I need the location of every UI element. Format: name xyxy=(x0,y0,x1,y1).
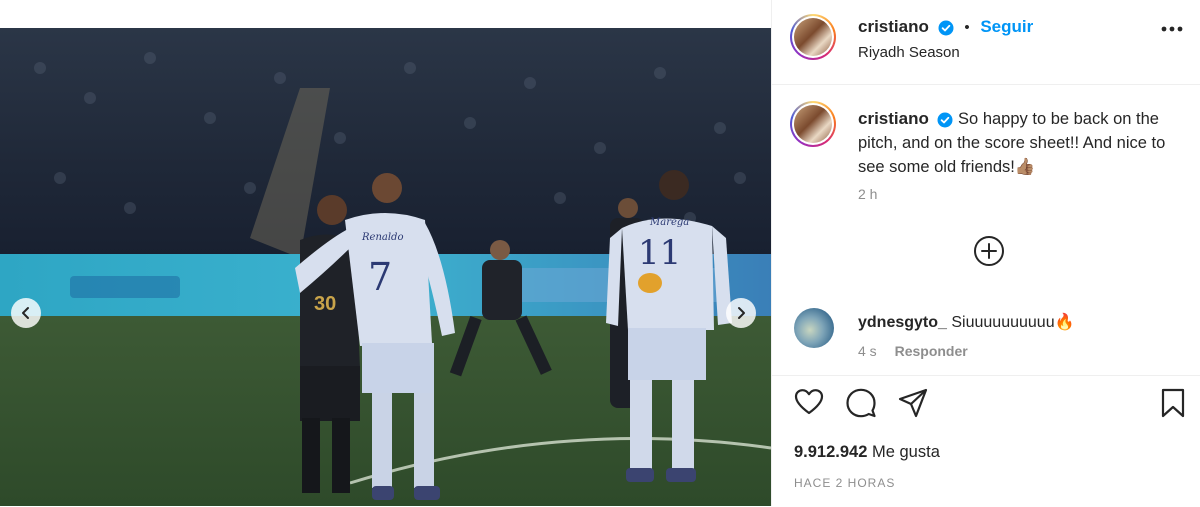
stadium-scene: 30 Renaldo 7 Marega 11 xyxy=(0,28,771,506)
caption-username[interactable]: cristiano xyxy=(858,109,929,128)
post-side-panel: cristiano • Seguir Riyadh Season cristia… xyxy=(771,0,1200,506)
commenter-username[interactable]: ydnesgyto_ xyxy=(858,314,947,331)
caption-time: 2 h xyxy=(858,186,878,202)
commenter-avatar[interactable] xyxy=(794,308,834,348)
svg-text:30: 30 xyxy=(314,293,336,315)
likes-label: Me gusta xyxy=(872,443,940,461)
likes-count[interactable]: 9.912.942 Me gusta xyxy=(794,443,940,462)
comments-section: cristiano So happy to be back on the pit… xyxy=(772,85,1200,375)
photo-top-margin xyxy=(0,0,771,28)
comment-row: ydnesgyto_ Siuuuuuuuuuu🔥 xyxy=(858,312,1075,332)
previous-photo-button[interactable] xyxy=(11,298,41,328)
heart-icon[interactable] xyxy=(794,388,824,416)
svg-text:Marega: Marega xyxy=(649,217,689,228)
comment-text: Siuuuuuuuuuu🔥 xyxy=(951,314,1075,331)
post-actions: 9.912.942 Me gusta HACE 2 HORAS xyxy=(772,375,1200,507)
svg-text:7: 7 xyxy=(368,255,392,299)
verified-badge-icon xyxy=(937,112,953,128)
comment-time: 4 s xyxy=(858,343,877,359)
chevron-right-icon xyxy=(738,307,745,319)
post-caption: cristiano So happy to be back on the pit… xyxy=(858,107,1178,179)
likes-number: 9.912.942 xyxy=(794,443,868,461)
author-avatar[interactable] xyxy=(790,14,836,60)
chevron-left-icon xyxy=(22,307,29,319)
verified-badge-icon xyxy=(938,20,954,36)
post-location[interactable]: Riyadh Season xyxy=(858,44,960,61)
author-line: cristiano • Seguir xyxy=(858,17,1033,37)
more-options-icon[interactable] xyxy=(1161,26,1183,32)
bookmark-icon[interactable] xyxy=(1160,388,1186,418)
svg-text:Renaldo: Renaldo xyxy=(361,232,403,243)
follow-button[interactable]: Seguir xyxy=(980,17,1033,36)
separator-dot: • xyxy=(964,19,970,36)
caption-avatar[interactable] xyxy=(790,101,836,147)
author-username[interactable]: cristiano xyxy=(858,17,929,36)
next-photo-button[interactable] xyxy=(726,298,756,328)
svg-text:11: 11 xyxy=(638,233,681,273)
comment-meta: 4 s Responder xyxy=(858,343,968,359)
reply-button[interactable]: Responder xyxy=(895,343,968,359)
comment-icon[interactable] xyxy=(846,388,876,418)
add-comment-icon[interactable] xyxy=(973,235,1005,267)
post-header: cristiano • Seguir Riyadh Season xyxy=(772,0,1200,85)
post-photo[interactable]: 30 Renaldo 7 Marega 11 xyxy=(0,28,771,506)
share-icon[interactable] xyxy=(898,388,928,418)
post-timestamp: HACE 2 HORAS xyxy=(794,476,896,490)
